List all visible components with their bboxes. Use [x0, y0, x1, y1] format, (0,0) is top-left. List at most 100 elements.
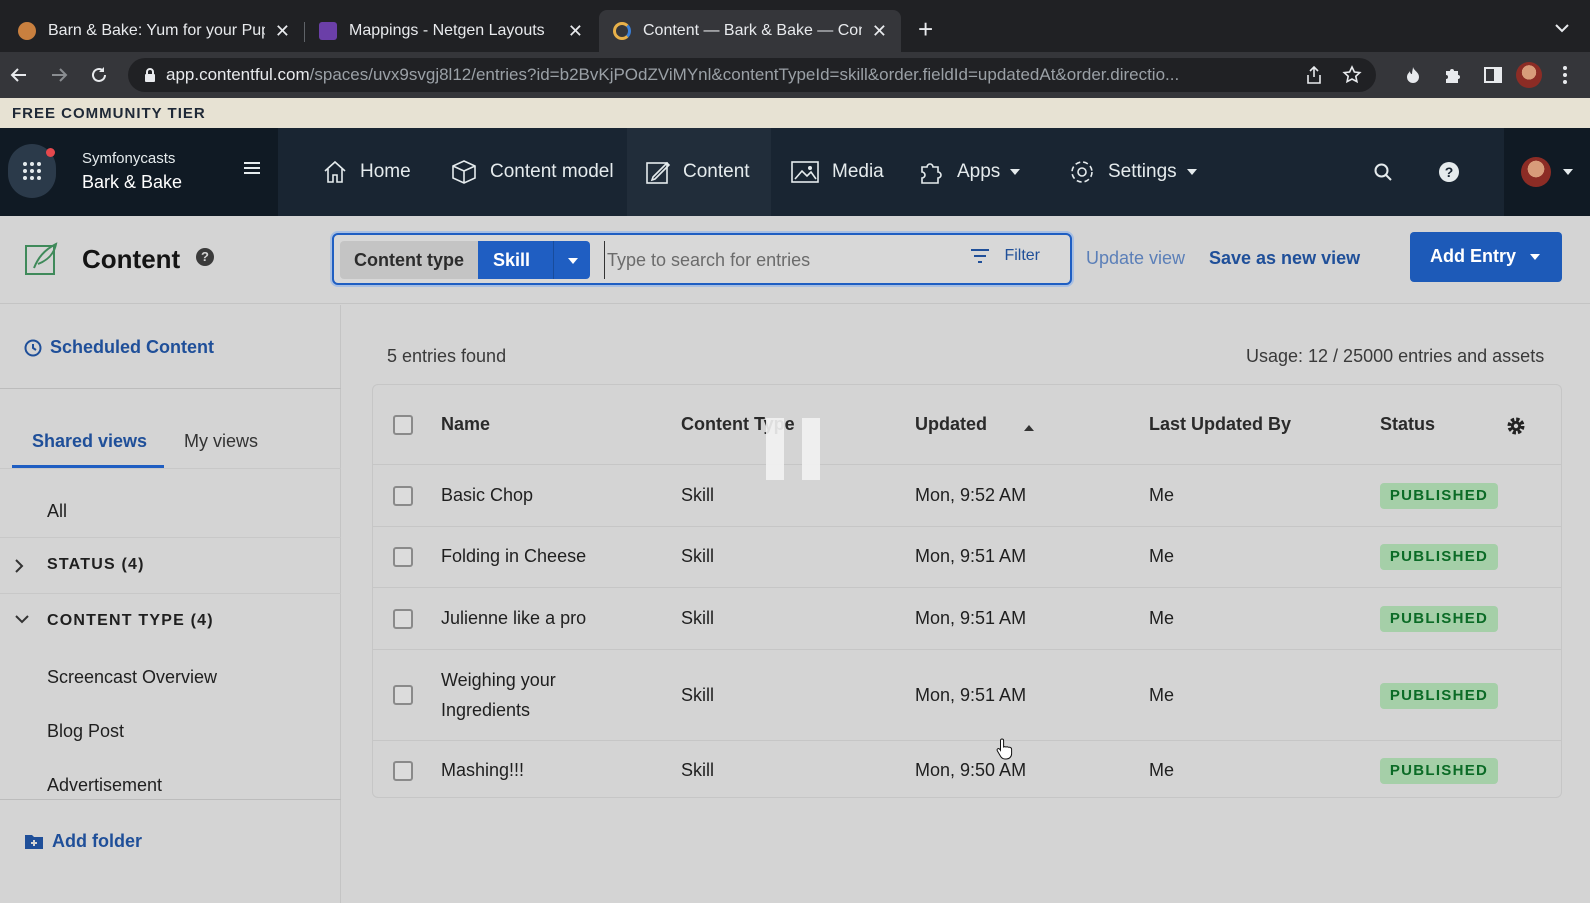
column-last-updated-by[interactable]: Last Updated By: [1149, 414, 1291, 435]
gear-icon[interactable]: [1505, 415, 1527, 437]
select-all-checkbox[interactable]: [393, 415, 413, 435]
row-checkbox[interactable]: [393, 547, 413, 567]
table-row[interactable]: Folding in Cheese Skill Mon, 9:51 AM Me …: [373, 527, 1561, 588]
usage-text: Usage: 12 / 25000 entries and assets: [1246, 346, 1545, 366]
nav-content-model[interactable]: Content model: [432, 128, 632, 216]
nav-home[interactable]: Home: [304, 128, 429, 216]
entry-name[interactable]: Folding in Cheese: [441, 546, 586, 567]
lock-icon: [145, 68, 155, 82]
view-blog-post[interactable]: Blog Post: [47, 721, 124, 742]
close-icon[interactable]: ✕: [872, 21, 887, 42]
column-status[interactable]: Status: [1380, 414, 1435, 435]
folder-label: CONTENT TYPE (4): [47, 612, 214, 629]
table-row[interactable]: Weighing your Ingredients Skill Mon, 9:5…: [373, 650, 1561, 741]
entry-search-bar: Content type Skill Filter: [332, 233, 1072, 285]
entries-table: Name Content Type Updated Last Updated B…: [372, 384, 1562, 798]
browser-tab[interactable]: Mappings - Netgen Layouts ✕: [305, 10, 597, 52]
view-advertisement[interactable]: Advertisement: [47, 775, 162, 796]
entry-name[interactable]: Julienne like a pro: [441, 608, 586, 629]
row-checkbox[interactable]: [393, 685, 413, 705]
tab-title: Content — Bark & Bake — Cont: [643, 22, 862, 39]
tab-my-views[interactable]: My views: [184, 431, 258, 452]
column-name[interactable]: Name: [441, 414, 490, 435]
side-panel-icon[interactable]: [1482, 64, 1504, 86]
space-name: Bark & Bake: [82, 172, 183, 192]
filter-button[interactable]: Filter: [970, 247, 1040, 265]
scheduled-content-link[interactable]: Scheduled Content: [24, 337, 214, 358]
add-folder-icon: [25, 835, 43, 849]
nav-content[interactable]: Content: [627, 128, 771, 216]
nav-content-model-label: Content model: [490, 161, 614, 182]
pause-icon: [766, 418, 820, 480]
row-checkbox[interactable]: [393, 486, 413, 506]
menu-icon[interactable]: [242, 160, 262, 181]
status-badge: PUBLISHED: [1380, 683, 1498, 709]
update-view-button[interactable]: Update view: [1086, 248, 1185, 269]
entry-updated: Mon, 9:51 AM: [915, 608, 1027, 628]
content-type-select[interactable]: Skill: [478, 241, 590, 279]
table-row[interactable]: Julienne like a pro Skill Mon, 9:51 AM M…: [373, 588, 1561, 650]
content-icon: [24, 240, 60, 283]
search-icon[interactable]: [1362, 128, 1404, 216]
forward-icon[interactable]: [48, 64, 70, 86]
tab-shared-views[interactable]: Shared views: [32, 431, 147, 452]
nav-apps[interactable]: Apps: [901, 128, 1038, 216]
content-type-value: Skill: [493, 250, 531, 270]
add-folder-button[interactable]: Add folder: [24, 831, 142, 852]
clock-icon: [24, 339, 42, 356]
view-all[interactable]: All: [47, 501, 67, 522]
help-icon[interactable]: ?: [196, 248, 214, 266]
divider: [0, 388, 341, 389]
column-updated[interactable]: Updated: [915, 414, 987, 435]
help-icon[interactable]: ?: [1428, 128, 1470, 216]
home-icon: [324, 160, 346, 183]
row-checkbox[interactable]: [393, 761, 413, 781]
account-menu[interactable]: [1504, 128, 1590, 216]
content-icon: [646, 161, 671, 184]
entry-name[interactable]: Mashing!!!: [441, 760, 524, 781]
nav-apps-label: Apps: [957, 161, 1001, 182]
reload-icon[interactable]: [88, 64, 110, 86]
settings-icon: [1071, 161, 1093, 183]
view-screencast-overview[interactable]: Screencast Overview: [47, 667, 217, 688]
back-icon[interactable]: [8, 64, 30, 86]
share-icon[interactable]: [1306, 66, 1322, 84]
save-as-new-view-button[interactable]: Save as new view: [1209, 248, 1360, 269]
extensions-puzzle-icon[interactable]: [1442, 64, 1464, 86]
divider: [0, 468, 341, 469]
row-checkbox[interactable]: [393, 609, 413, 629]
entry-name[interactable]: Basic Chop: [441, 485, 533, 506]
chevron-down-icon: [1186, 169, 1197, 175]
folder-status[interactable]: STATUS (4): [0, 537, 341, 593]
url-text: app.contentful.com/spaces/uvx9svgj8l12/e…: [166, 65, 1276, 85]
sort-ascending-icon[interactable]: [1024, 425, 1034, 431]
close-icon[interactable]: ✕: [275, 21, 290, 42]
nav-settings[interactable]: Settings: [1050, 128, 1215, 216]
add-entry-button[interactable]: Add Entry: [1410, 232, 1562, 282]
entry-updated-by: Me: [1149, 546, 1175, 566]
entry-name[interactable]: Weighing your: [441, 670, 556, 691]
table-row[interactable]: Mashing!!! Skill Mon, 9:50 AM Me PUBLISH…: [373, 741, 1561, 797]
entry-name-line2[interactable]: Ingredients: [441, 700, 530, 721]
extension-flame-icon[interactable]: [1402, 64, 1424, 86]
nav-home-label: Home: [360, 161, 411, 182]
tab-search-icon[interactable]: [1554, 20, 1570, 38]
browser-tab-active[interactable]: Content — Bark & Bake — Cont ✕: [599, 10, 901, 52]
folder-content-type[interactable]: CONTENT TYPE (4): [0, 593, 341, 649]
new-tab-icon[interactable]: +: [918, 16, 933, 42]
entry-updated-by: Me: [1149, 685, 1175, 705]
status-badge: PUBLISHED: [1380, 758, 1498, 784]
search-input[interactable]: [604, 241, 944, 279]
svg-text:?: ?: [1445, 164, 1454, 180]
nav-media[interactable]: Media: [772, 128, 902, 216]
workbench-header: Content ? Content type Skill Filter Upda…: [0, 216, 1590, 304]
close-icon[interactable]: ✕: [568, 21, 583, 42]
profile-avatar[interactable]: [1515, 61, 1543, 89]
space-switcher[interactable]: Symfonycasts Bark & Bake: [0, 128, 278, 216]
nav-settings-label: Settings: [1108, 161, 1177, 182]
address-bar[interactable]: app.contentful.com/spaces/uvx9svgj8l12/e…: [128, 58, 1376, 92]
browser-menu-icon[interactable]: [1554, 64, 1576, 86]
table-row[interactable]: Basic Chop Skill Mon, 9:52 AM Me PUBLISH…: [373, 465, 1561, 527]
browser-tab[interactable]: Barn & Bake: Yum for your Pup ✕: [4, 10, 304, 52]
bookmark-star-icon[interactable]: [1342, 65, 1362, 85]
